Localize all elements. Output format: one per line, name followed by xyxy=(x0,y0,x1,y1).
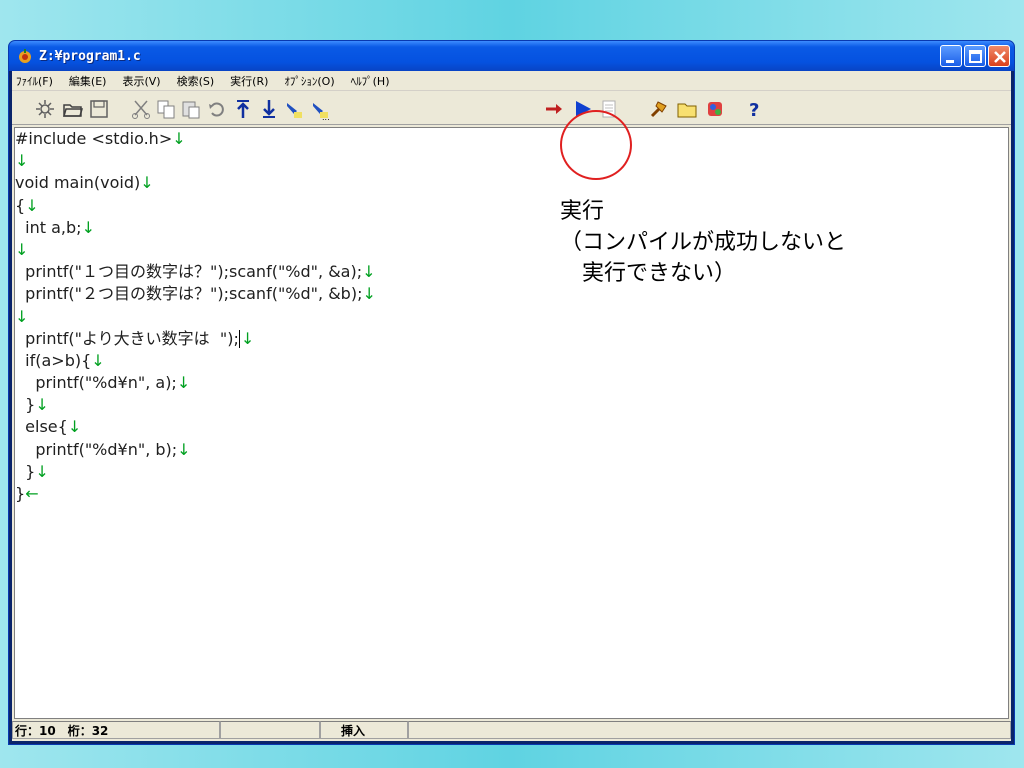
menu-run[interactable]: 実行(R) xyxy=(230,73,268,89)
title-bar[interactable]: Z:¥program1.c xyxy=(9,41,1014,71)
insert-mode: 挿入 xyxy=(320,721,408,739)
maximize-button[interactable] xyxy=(964,45,986,67)
paste-icon[interactable] xyxy=(180,98,202,120)
status-spacer xyxy=(220,721,320,739)
code-line: else{↓ xyxy=(15,417,82,437)
menu-options[interactable]: ｵﾌﾟｼｮﾝ(O) xyxy=(284,73,334,89)
help-icon[interactable]: ? xyxy=(744,98,766,120)
code-line: int a,b;↓ xyxy=(15,217,95,237)
editor-window: Z:¥program1.c ﾌｧｲﾙ(F) 編集(E) 表示(V) 検索(S) … xyxy=(8,40,1015,745)
jump-top-icon[interactable] xyxy=(232,98,254,120)
code-line: #include <stdio.h>↓ xyxy=(15,129,186,148)
menu-view[interactable]: 表示(V) xyxy=(122,73,160,89)
code-line: }↓ xyxy=(15,461,49,481)
menu-search[interactable]: 検索(S) xyxy=(177,73,215,89)
code-line: ↓ xyxy=(15,239,29,259)
code-line: printf("２つ目の数字は？");scanf("%d", &b);↓ xyxy=(15,284,376,304)
svg-text:...: ... xyxy=(322,113,330,120)
code-line-current: printf("より大きい数字は "); ↓ xyxy=(15,328,255,349)
code-line: }↓ xyxy=(15,395,49,415)
folder-icon[interactable] xyxy=(676,98,698,120)
code-line: ↓ xyxy=(15,151,29,171)
app-icon xyxy=(19,49,31,63)
status-bar: 行：10 桁：32 挿入 xyxy=(12,719,1011,741)
settings-icon[interactable] xyxy=(704,98,726,120)
highlight-icon[interactable] xyxy=(284,98,306,120)
close-button[interactable] xyxy=(988,45,1010,67)
run-annotation: 実行 （コンパイルが成功しないと 実行できない） xyxy=(560,196,846,289)
menu-file[interactable]: ﾌｧｲﾙ(F) xyxy=(16,73,53,89)
status-extra xyxy=(408,721,1011,739)
svg-text:?: ? xyxy=(749,100,759,120)
run-highlight-circle xyxy=(560,110,632,180)
code-line: ↓ xyxy=(15,306,29,326)
text-cursor xyxy=(238,330,240,349)
close-icon xyxy=(994,51,1006,63)
undo-icon[interactable] xyxy=(206,98,228,120)
toolbar: ... ? xyxy=(12,91,1011,125)
maximize-icon xyxy=(969,50,982,63)
minimize-button[interactable] xyxy=(940,45,962,67)
client-area: ﾌｧｲﾙ(F) 編集(E) 表示(V) 検索(S) 実行(R) ｵﾌﾟｼｮﾝ(O… xyxy=(12,71,1011,741)
open-folder-icon[interactable] xyxy=(62,98,84,120)
tool-icon[interactable] xyxy=(648,98,670,120)
code-line: printf("%d¥n", b);↓ xyxy=(15,439,191,459)
minimize-icon xyxy=(946,60,954,63)
code-line: printf("１つ目の数字は？");scanf("%d", &a);↓ xyxy=(15,262,376,282)
code-line: printf("%d¥n", a);↓ xyxy=(15,373,191,393)
code-line: void main(void)↓ xyxy=(15,173,154,193)
code-line: if(a>b){↓ xyxy=(15,350,105,370)
new-file-icon[interactable] xyxy=(34,98,56,120)
annotation-note-cont: 実行できない） xyxy=(560,261,737,286)
compile-icon[interactable] xyxy=(544,98,566,120)
window-title: Z:¥program1.c xyxy=(39,48,141,64)
cursor-position: 行：10 桁：32 xyxy=(12,721,220,739)
annotation-title: 実行 xyxy=(560,199,605,224)
annotation-note: （コンパイルが成功しないと xyxy=(560,230,847,255)
menu-bar: ﾌｧｲﾙ(F) 編集(E) 表示(V) 検索(S) 実行(R) ｵﾌﾟｼｮﾝ(O… xyxy=(12,71,1011,91)
cut-icon[interactable] xyxy=(130,98,152,120)
highlight-more-icon[interactable]: ... xyxy=(310,98,332,120)
copy-icon[interactable] xyxy=(155,98,177,120)
code-line: {↓ xyxy=(15,195,39,215)
menu-edit[interactable]: 編集(E) xyxy=(69,73,107,89)
save-icon[interactable] xyxy=(88,98,110,120)
jump-bottom-icon[interactable] xyxy=(258,98,280,120)
menu-help[interactable]: ﾍﾙﾌﾟ(H) xyxy=(351,73,390,89)
code-line: }← xyxy=(15,484,39,503)
code-editor[interactable]: #include <stdio.h>↓ ↓ void main(void)↓ {… xyxy=(14,127,1009,719)
